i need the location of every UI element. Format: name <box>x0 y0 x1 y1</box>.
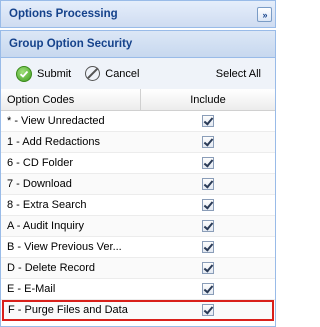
cancel-label: Cancel <box>105 67 140 80</box>
include-checkbox[interactable] <box>202 115 214 127</box>
group-option-security-header: Group Option Security <box>0 30 276 58</box>
include-checkbox[interactable] <box>202 199 214 211</box>
options-processing-header: Options Processing » <box>0 0 276 28</box>
column-header-option-codes[interactable]: Option Codes <box>1 89 141 110</box>
option-codes-grid: Option Codes Include * - View Unredacted… <box>0 89 276 327</box>
submit-label: Submit <box>37 67 72 80</box>
include-cell <box>142 304 274 316</box>
toolbar: Submit Cancel Select All <box>0 58 276 89</box>
table-row[interactable]: E - E-Mail <box>1 279 275 300</box>
include-cell <box>141 262 275 274</box>
include-cell <box>141 241 275 253</box>
include-cell <box>141 283 275 295</box>
include-checkbox[interactable] <box>202 157 214 169</box>
include-checkbox[interactable] <box>202 136 214 148</box>
include-checkbox[interactable] <box>202 220 214 232</box>
option-code-cell: A - Audit Inquiry <box>7 220 85 232</box>
submit-check-icon <box>16 65 32 82</box>
grid-header: Option Codes Include <box>1 89 275 111</box>
option-code-cell: 7 - Download <box>7 178 72 190</box>
cancel-ban-icon <box>85 66 101 81</box>
table-row[interactable]: * - View Unredacted <box>1 111 275 132</box>
panel-title: Options Processing <box>9 8 118 20</box>
table-row[interactable]: D - Delete Record <box>1 258 275 279</box>
option-code-cell: 8 - Extra Search <box>7 199 87 211</box>
collapse-icon[interactable]: » <box>257 7 272 22</box>
include-cell <box>141 115 275 127</box>
table-row[interactable]: 7 - Download <box>1 174 275 195</box>
table-row[interactable]: 6 - CD Folder <box>1 153 275 174</box>
table-row[interactable]: A - Audit Inquiry <box>1 216 275 237</box>
table-row[interactable]: 8 - Extra Search <box>1 195 275 216</box>
include-cell <box>141 220 275 232</box>
include-checkbox[interactable] <box>202 241 214 253</box>
include-cell <box>141 157 275 169</box>
include-checkbox[interactable] <box>202 178 214 190</box>
column-header-include[interactable]: Include <box>141 89 275 110</box>
option-code-cell: D - Delete Record <box>7 262 96 274</box>
table-row[interactable]: 1 - Add Redactions <box>1 132 275 153</box>
include-checkbox[interactable] <box>202 304 214 316</box>
include-cell <box>141 178 275 190</box>
include-cell <box>141 136 275 148</box>
include-checkbox[interactable] <box>202 262 214 274</box>
option-code-cell: B - View Previous Ver... <box>7 241 122 253</box>
include-cell <box>141 199 275 211</box>
section-title: Group Option Security <box>9 38 133 50</box>
include-checkbox[interactable] <box>202 283 214 295</box>
table-row[interactable]: F - Purge Files and Data <box>2 300 274 321</box>
option-code-cell: F - Purge Files and Data <box>8 304 128 316</box>
submit-button[interactable]: Submit <box>13 63 74 85</box>
grid-rows: * - View Unredacted 1 - Add Redactions 6 -… <box>1 111 275 321</box>
cancel-button[interactable]: Cancel <box>82 63 142 85</box>
select-all-link[interactable]: Select All <box>216 68 261 80</box>
option-code-cell: 6 - CD Folder <box>7 157 74 169</box>
table-row[interactable]: B - View Previous Ver... <box>1 237 275 258</box>
option-code-cell: E - E-Mail <box>7 283 56 295</box>
option-code-cell: * - View Unredacted <box>7 115 105 127</box>
option-code-cell: 1 - Add Redactions <box>7 136 100 148</box>
